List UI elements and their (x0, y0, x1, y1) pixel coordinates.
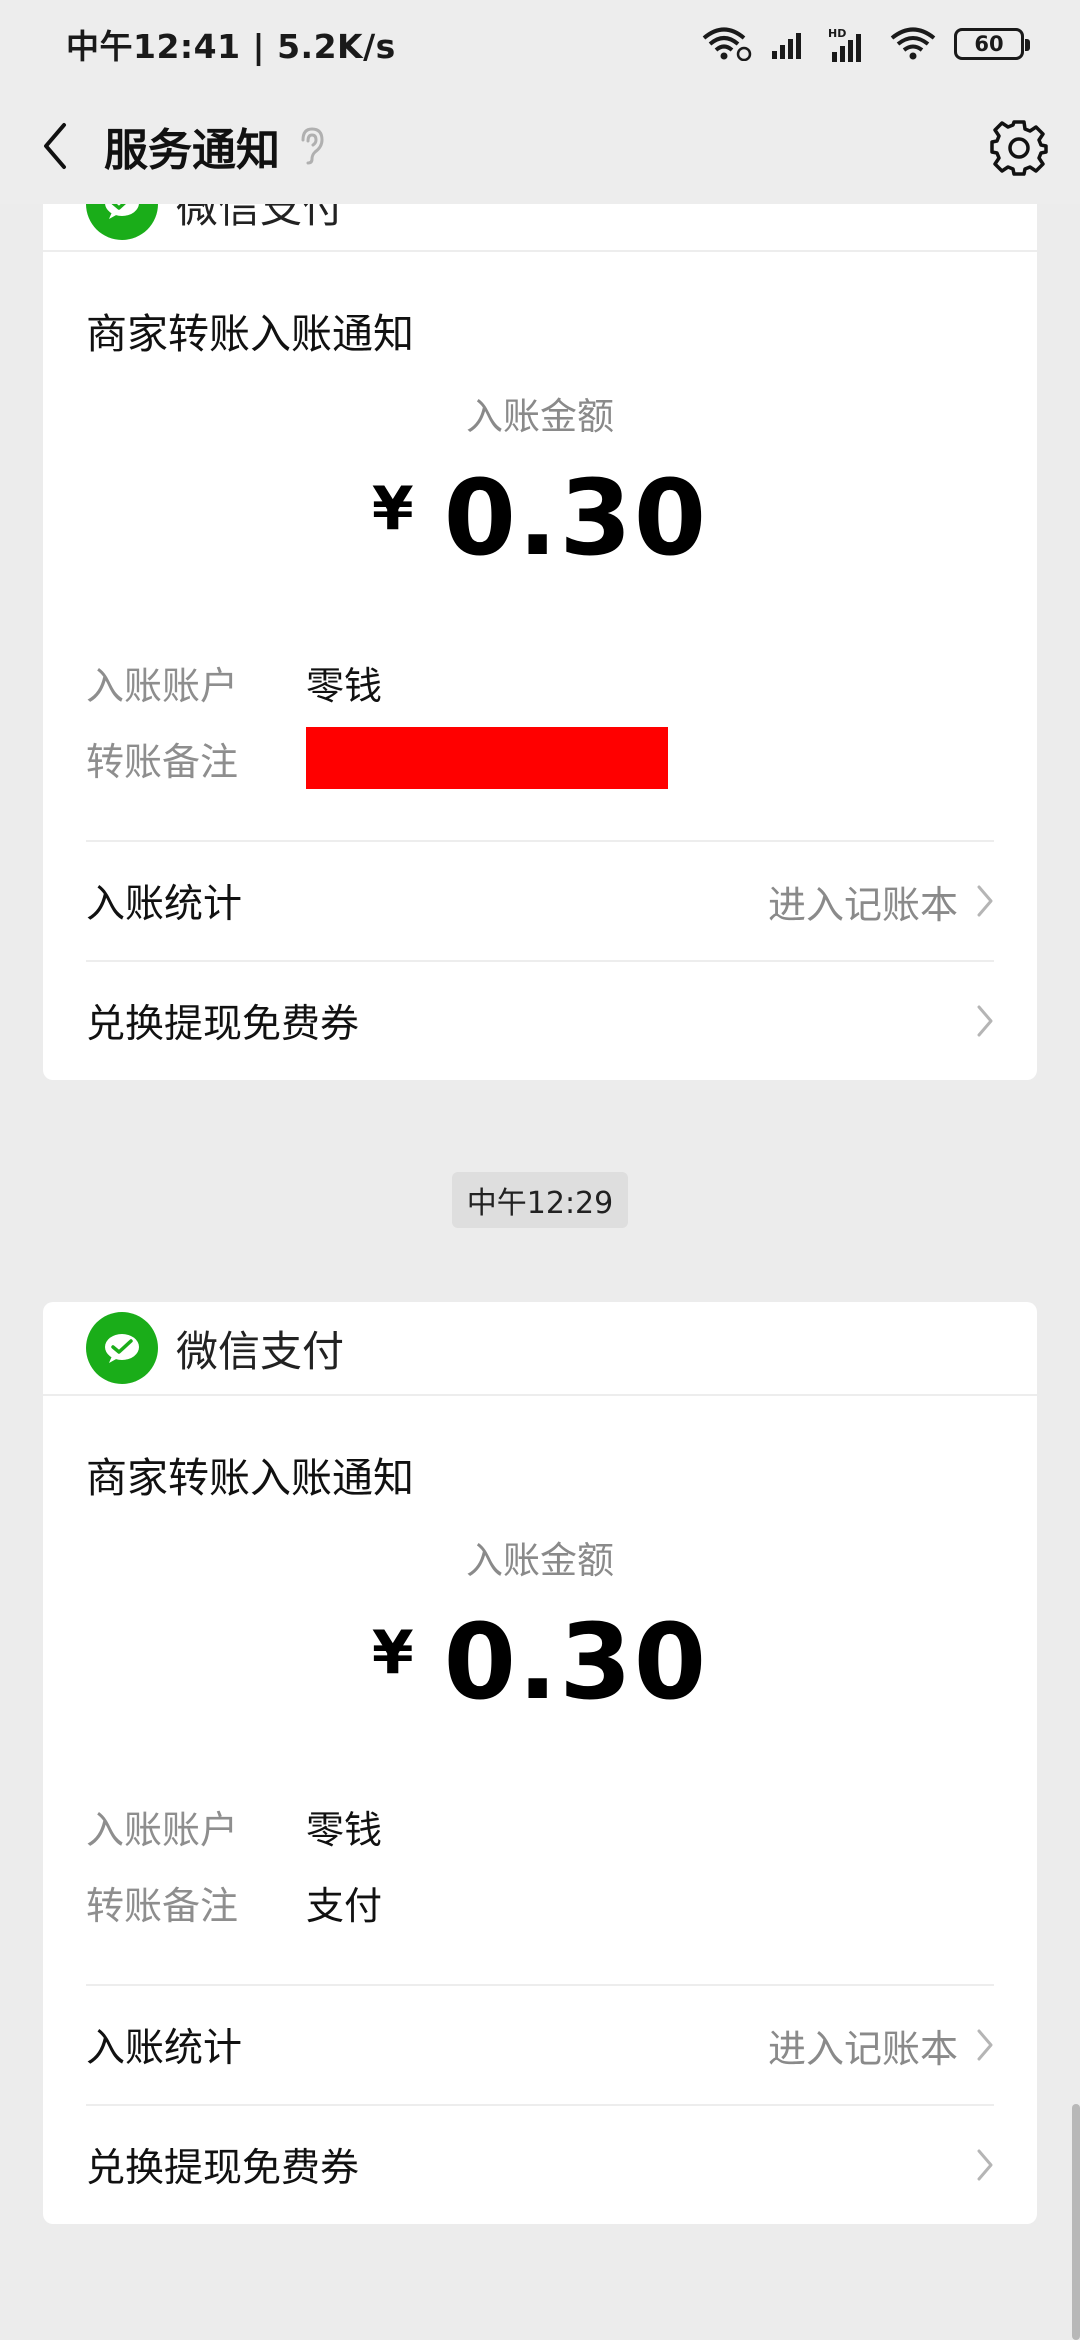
detail-row-account: 入账账户 零钱 (86, 1788, 994, 1864)
stats-label: 入账统计 (86, 2026, 243, 2071)
wechat-pay-logo-icon (86, 1312, 158, 1384)
account-value: 零钱 (306, 663, 383, 708)
status-time-speed: 中午12:41 | 5.2K/s (66, 27, 396, 66)
battery-level: 60 (974, 32, 1004, 56)
hd-signal-icon: HD (828, 26, 872, 62)
page-title: 服务通知 (104, 125, 280, 176)
svg-text:HD: HD (828, 27, 846, 40)
remark-key: 转账备注 (86, 1883, 239, 1928)
chevron-left-icon (44, 123, 66, 169)
brand-name: 微信支付 (176, 1326, 345, 1376)
status-bar: 中午12:41 | 5.2K/s HD 60 (0, 0, 1080, 88)
amount-label: 入账金额 (466, 1539, 614, 1582)
wifi-icon (890, 27, 936, 61)
stats-row[interactable]: 入账统计 进入记账本 (86, 840, 994, 960)
chevron-right-icon (977, 2149, 993, 2181)
remark-value: 支付 (306, 1883, 383, 1928)
notice-title: 商家转账入账通知 (86, 310, 414, 358)
notification-card[interactable]: 微信支付 商家转账入账通知 入账金额 ¥ 0.30 入账账户 零钱 转账备注 支… (43, 1302, 1037, 2224)
coupon-label: 兑换提现免费券 (86, 2146, 360, 2191)
chevron-right-icon (977, 2029, 993, 2061)
detail-row-account: 入账账户 零钱 (86, 644, 994, 720)
notification-card[interactable]: 微信支付 商家转账入账通知 入账金额 ¥ 0.30 入账账户 零钱 转账备注 入… (43, 204, 1037, 1080)
stats-hint: 进入记账本 (767, 882, 958, 927)
chevron-right-icon (977, 885, 993, 917)
account-key: 入账账户 (86, 1807, 239, 1852)
scrollbar[interactable] (1072, 2104, 1080, 2340)
nav-bar: 服务通知 (0, 88, 1080, 204)
account-key: 入账账户 (86, 663, 239, 708)
battery-icon: 60 (954, 28, 1030, 60)
detail-list: 入账账户 零钱 转账备注 (86, 644, 994, 796)
notice-title: 商家转账入账通知 (86, 1454, 414, 1502)
status-icons: HD 60 (702, 26, 1030, 62)
detail-list: 入账账户 零钱 转账备注 支付 (86, 1788, 994, 1940)
settings-button[interactable] (984, 112, 1054, 182)
coupon-label: 兑换提现免费券 (86, 1002, 360, 1047)
amount-label: 入账金额 (466, 395, 614, 438)
coupon-row[interactable]: 兑换提现免费券 (86, 2104, 994, 2224)
detail-row-remark: 转账备注 (86, 720, 994, 796)
amount: ¥ 0.30 (86, 457, 994, 579)
currency-symbol: ¥ (371, 474, 414, 544)
coupon-row[interactable]: 兑换提现免费券 (86, 960, 994, 1080)
amount: ¥ 0.30 (86, 1601, 994, 1723)
remark-key: 转账备注 (86, 739, 239, 784)
stats-hint: 进入记账本 (767, 2026, 958, 2071)
brand-name: 微信支付 (176, 204, 345, 232)
card-header: 微信支付 (43, 1302, 1037, 1396)
account-value: 零钱 (306, 1807, 383, 1852)
back-button[interactable] (0, 88, 110, 204)
detail-row-remark: 转账备注 支付 (86, 1864, 994, 1940)
gear-icon (990, 120, 1048, 176)
card-header: 微信支付 (43, 204, 1037, 252)
amount-value: 0.30 (443, 457, 709, 579)
amount-value: 0.30 (443, 1601, 709, 1723)
stats-label: 入账统计 (86, 882, 243, 927)
currency-symbol: ¥ (371, 1618, 414, 1688)
wifi-link-icon (702, 27, 752, 61)
stats-row[interactable]: 入账统计 进入记账本 (86, 1984, 994, 2104)
message-timestamp: 中午12:29 (452, 1172, 628, 1228)
ear-icon (298, 126, 326, 166)
wechat-pay-logo-icon (86, 204, 158, 240)
redaction-block (306, 727, 668, 789)
signal-icon (770, 29, 810, 59)
chevron-right-icon (977, 1005, 993, 1037)
message-feed[interactable]: 微信支付 商家转账入账通知 入账金额 ¥ 0.30 入账账户 零钱 转账备注 入… (0, 204, 1080, 2340)
